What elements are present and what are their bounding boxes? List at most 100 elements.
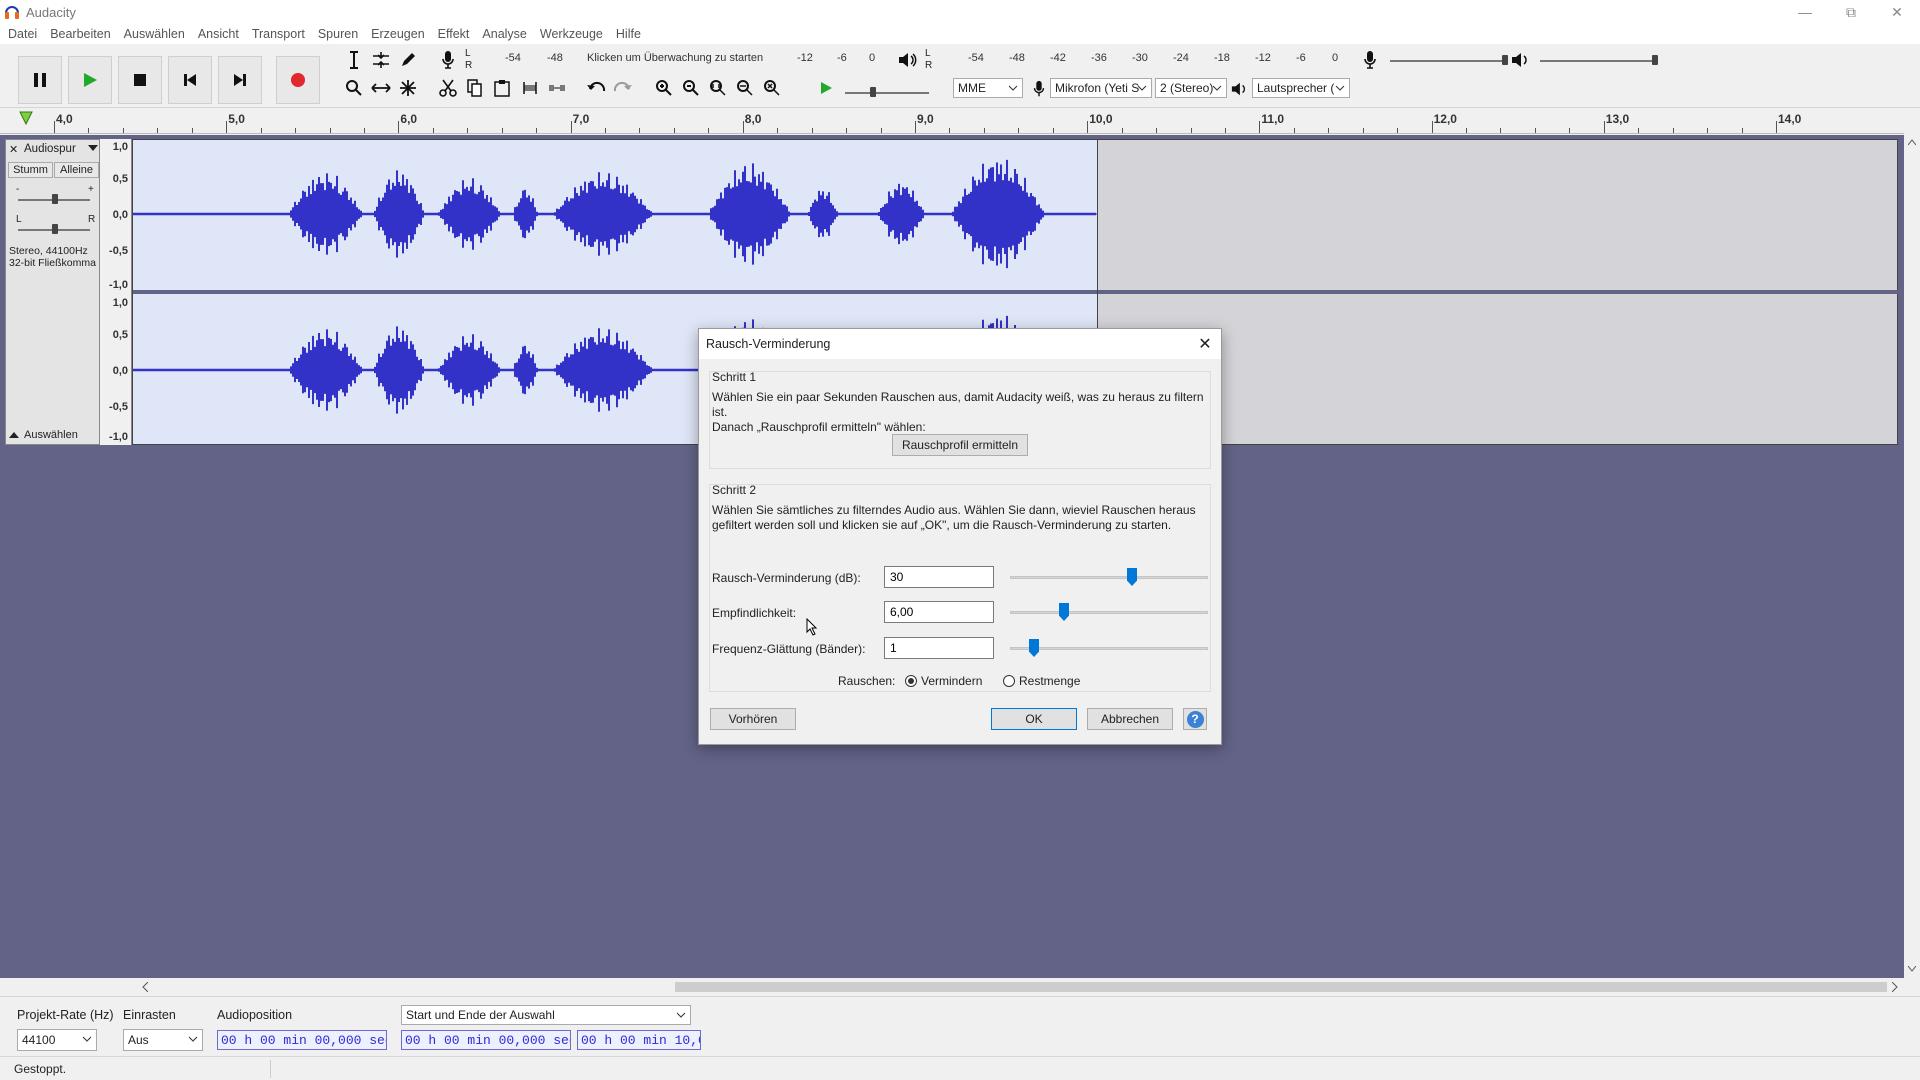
selection-mode-select[interactable]: Start und Ende der Auswahl [401, 1005, 691, 1025]
dialog-close-icon[interactable]: ✕ [1195, 334, 1215, 354]
ruler-minor-tick [536, 128, 538, 133]
redo-button[interactable] [611, 76, 635, 100]
time-shift-tool[interactable] [369, 76, 393, 100]
recording-channels-select[interactable]: 2 (Stereo) [1155, 78, 1227, 98]
restore-icon[interactable]: ⧉ [1828, 0, 1874, 24]
envelope-tool[interactable] [369, 48, 393, 72]
reduce-option-label[interactable]: Vermindern [921, 674, 982, 688]
menu-werkzeuge[interactable]: Werkzeuge [536, 27, 612, 41]
copy-button[interactable] [463, 76, 487, 100]
cut-button[interactable] [436, 76, 460, 100]
recording-volume-slider[interactable] [1390, 60, 1508, 62]
menu-hilfe[interactable]: Hilfe [612, 27, 650, 41]
zoom-tool[interactable] [342, 76, 366, 100]
record-button[interactable] [276, 56, 320, 104]
menu-ansicht[interactable]: Ansicht [194, 27, 248, 41]
menu-spuren[interactable]: Spuren [314, 27, 367, 41]
scroll-left-icon[interactable] [142, 982, 148, 992]
stop-icon [134, 74, 146, 86]
play-meter-scale[interactable]: -54 -48 -42 -36 -30 -24 -18 -12 -6 0 [968, 52, 1346, 64]
reduce-radio[interactable] [905, 675, 917, 687]
menu-bearbeiten[interactable]: Bearbeiten [46, 27, 119, 41]
ruler-label: 11,0 [1261, 112, 1285, 126]
audio-position-time[interactable]: 00 h 00 min 00,000 sec [217, 1030, 387, 1050]
playback-volume-slider[interactable] [1540, 60, 1658, 62]
menu-datei[interactable]: Datei [4, 27, 46, 41]
zoom-out-button[interactable] [679, 76, 703, 100]
menu-erzeugen[interactable]: Erzeugen [367, 27, 434, 41]
noise-reduction-db-thumb[interactable] [1127, 568, 1137, 586]
menu-auswaehlen[interactable]: Auswählen [120, 27, 194, 41]
playback-device-select[interactable]: Lautsprecher ( [1252, 78, 1350, 98]
multi-tool[interactable] [396, 76, 420, 100]
gain-thumb[interactable] [52, 194, 58, 204]
scroll-down-icon[interactable] [1908, 966, 1916, 972]
mute-button[interactable]: Stumm [8, 162, 53, 178]
fit-project-button[interactable] [733, 76, 757, 100]
skip-start-button[interactable] [168, 56, 212, 104]
noise-reduction-db-input[interactable] [884, 566, 994, 588]
track-close-button[interactable]: ✕ [9, 143, 18, 156]
project-rate-select[interactable]: 44100 [17, 1029, 97, 1051]
track-select-button[interactable]: Auswählen [8, 427, 96, 442]
amplitude-ruler[interactable]: 1,0 0,5 0,0 -0,5 -1,0 1,0 0,5 0,0 -0,5 -… [100, 139, 132, 445]
minimize-icon[interactable]: — [1782, 0, 1828, 24]
skip-end-button[interactable] [218, 56, 262, 104]
fit-selection-button[interactable] [706, 76, 730, 100]
recording-device-select[interactable]: Mikrofon (Yeti S [1050, 78, 1152, 98]
menu-effekt[interactable]: Effekt [434, 27, 479, 41]
play-speed-slider[interactable] [845, 92, 929, 94]
audio-host-select[interactable]: MME [953, 78, 1023, 98]
play-at-speed-button[interactable] [814, 76, 838, 100]
horizontal-scrollbar[interactable] [0, 978, 1920, 996]
undo-button[interactable] [584, 76, 608, 100]
ok-button[interactable]: OK [991, 708, 1077, 730]
silence-button[interactable] [545, 76, 569, 100]
preview-button[interactable]: Vorhören [710, 708, 796, 730]
track-name-button[interactable]: Audiospur [24, 143, 76, 155]
play-speed-thumb[interactable] [870, 87, 876, 97]
gain-minus-label: - [16, 184, 20, 195]
selection-end-time[interactable]: 00 h 00 min 10,03 [577, 1030, 701, 1050]
close-window-icon[interactable]: ✕ [1874, 0, 1920, 24]
timeline-ruler[interactable]: 4,0 5,0 6,0 7,0 8,0 9,0 10,0 11,0 12,0 13,0 14,0 [0, 108, 1904, 134]
record-meter-mic[interactable] [436, 48, 460, 72]
frequency-smoothing-thumb[interactable] [1029, 639, 1039, 657]
play-head-triangle-icon[interactable] [18, 110, 34, 126]
zoom-in-button[interactable] [652, 76, 676, 100]
frequency-smoothing-slider[interactable] [1010, 637, 1208, 659]
residue-radio[interactable] [1003, 675, 1015, 687]
stop-button[interactable] [118, 56, 162, 104]
vertical-scrollbar[interactable] [1904, 135, 1920, 978]
get-noise-profile-button[interactable]: Rauschprofil ermitteln [892, 434, 1028, 456]
record-meter-scale[interactable]: -54 -48 Klicken um Überwachung zu starte… [505, 52, 883, 64]
snap-select[interactable]: Aus [123, 1029, 203, 1051]
solo-button[interactable]: Alleine [54, 162, 99, 178]
scroll-up-icon[interactable] [1908, 139, 1916, 145]
zoom-toggle-button[interactable] [760, 76, 784, 100]
sensitivity-slider[interactable] [1010, 601, 1208, 623]
residue-option-label[interactable]: Restmenge [1019, 674, 1080, 688]
paste-button[interactable] [490, 76, 514, 100]
play-meter-speaker[interactable] [895, 48, 919, 72]
scroll-right-icon[interactable] [1892, 982, 1898, 992]
frequency-smoothing-input[interactable] [884, 637, 994, 659]
selection-start-time[interactable]: 00 h 00 min 00,000 sec [401, 1030, 571, 1050]
track-menu-arrow-icon[interactable] [88, 143, 98, 153]
menu-transport[interactable]: Transport [248, 27, 314, 41]
horizontal-scroll-thumb[interactable] [675, 982, 1887, 992]
step1-title: Schritt 1 [712, 370, 757, 384]
help-button[interactable]: ? [1183, 708, 1207, 730]
playback-volume-thumb[interactable] [1652, 55, 1658, 65]
sensitivity-thumb[interactable] [1059, 603, 1069, 621]
draw-tool[interactable] [396, 48, 420, 72]
trim-button[interactable] [518, 76, 542, 100]
sensitivity-input[interactable] [884, 601, 994, 623]
cancel-button[interactable]: Abbrechen [1087, 708, 1173, 730]
pause-button[interactable] [18, 56, 62, 104]
pan-thumb[interactable] [52, 224, 58, 234]
menu-analyse[interactable]: Analyse [478, 27, 535, 41]
selection-tool[interactable] [342, 48, 366, 72]
noise-reduction-db-slider[interactable] [1010, 566, 1208, 588]
play-button[interactable] [68, 56, 112, 104]
